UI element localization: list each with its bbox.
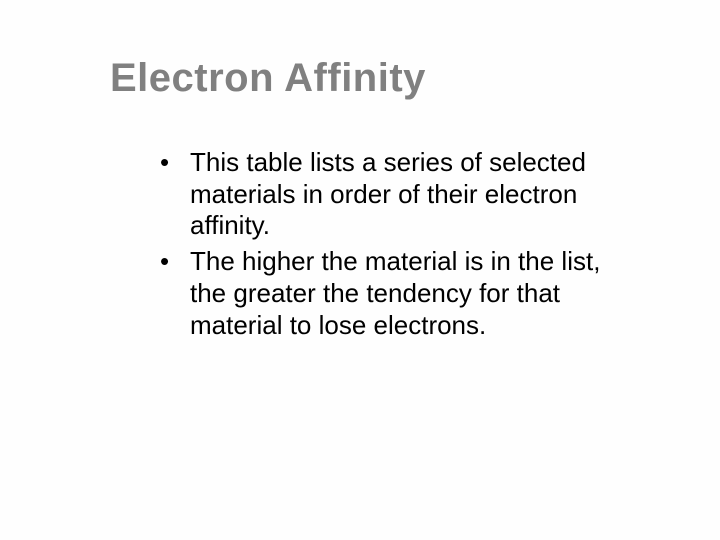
slide-title: Electron Affinity bbox=[110, 56, 640, 101]
bullet-list: This table lists a series of selected ma… bbox=[160, 147, 640, 341]
slide-content: This table lists a series of selected ma… bbox=[110, 147, 640, 341]
bullet-item: The higher the material is in the list, … bbox=[160, 246, 640, 341]
bullet-item: This table lists a series of selected ma… bbox=[160, 147, 640, 242]
slide: Electron Affinity This table lists a ser… bbox=[0, 0, 720, 540]
